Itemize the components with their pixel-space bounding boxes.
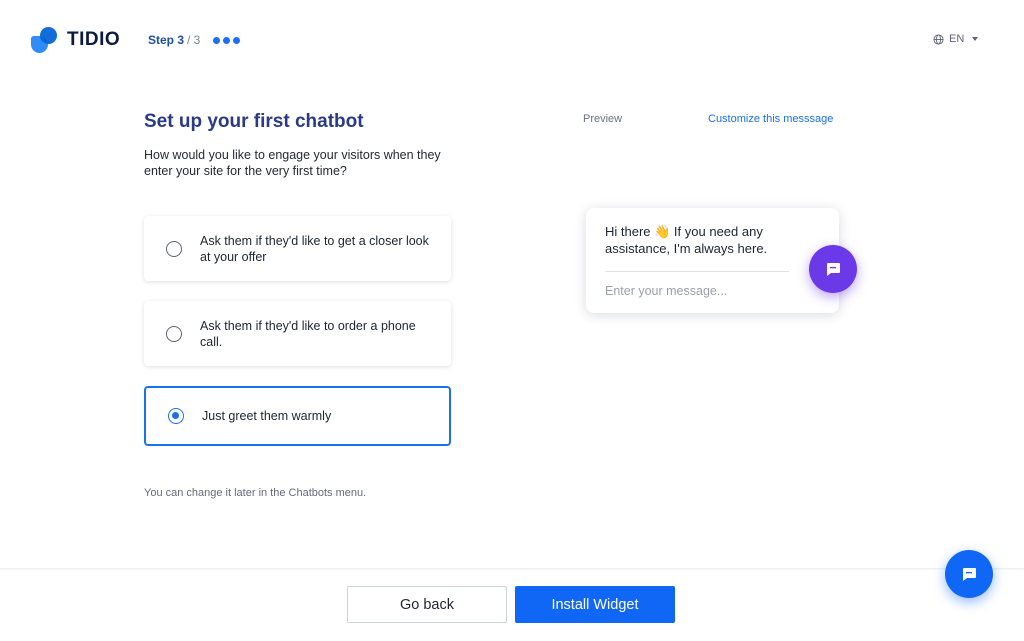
step-total: / 3 (187, 33, 201, 47)
install-widget-button[interactable]: Install Widget (515, 586, 675, 623)
step-dot (213, 36, 221, 44)
chevron-down-icon (972, 37, 979, 41)
globe-icon (933, 33, 944, 45)
page-title: Set up your first chatbot (144, 111, 364, 132)
footer-divider (0, 568, 1024, 570)
chat-preview-card: Hi there 👋 If you need any assistance, I… (586, 208, 839, 313)
step-current: Step 3 (148, 33, 185, 47)
option-closer-look[interactable]: Ask them if they'd like to get a closer … (144, 216, 451, 281)
message-input-placeholder: Enter your message... (605, 284, 728, 298)
step-dot (233, 36, 241, 44)
radio-button[interactable] (166, 325, 182, 342)
option-greet-warmly[interactable]: Just greet them warmly (144, 386, 451, 446)
language-code: EN (949, 33, 965, 45)
step-dot (223, 36, 231, 44)
radio-button-selected[interactable] (168, 408, 184, 424)
language-selector[interactable]: EN (933, 33, 979, 45)
hint-text: You can change it later in the Chatbots … (144, 487, 367, 499)
go-back-button[interactable]: Go back (347, 586, 507, 623)
chat-launcher-button[interactable] (945, 550, 993, 598)
chat-bubble-icon (963, 568, 976, 581)
chat-preview-button (809, 245, 857, 293)
option-label: Just greet them warmly (202, 409, 332, 423)
step-progress-dots (213, 36, 241, 44)
tidio-logo-icon (31, 27, 59, 53)
step-indicator: Step 3 / 3 (148, 33, 241, 47)
option-label: Ask them if they'd like to get a closer … (200, 233, 429, 264)
radio-button[interactable] (166, 240, 182, 257)
option-label: Ask them if they'd like to order a phone… (200, 318, 416, 349)
customize-message-link[interactable]: Customize this messsage (708, 113, 833, 125)
chat-bubble-icon (827, 263, 840, 276)
preview-label: Preview (583, 113, 623, 125)
chat-message: Hi there 👋 If you need any assistance, I… (605, 224, 768, 256)
option-phone-call[interactable]: Ask them if they'd like to order a phone… (144, 301, 451, 366)
divider (605, 271, 789, 272)
brand-name: TIDIO (67, 29, 121, 50)
tidio-logo: TIDIO (31, 27, 120, 53)
question-text: How would you like to engage your visito… (144, 148, 441, 178)
